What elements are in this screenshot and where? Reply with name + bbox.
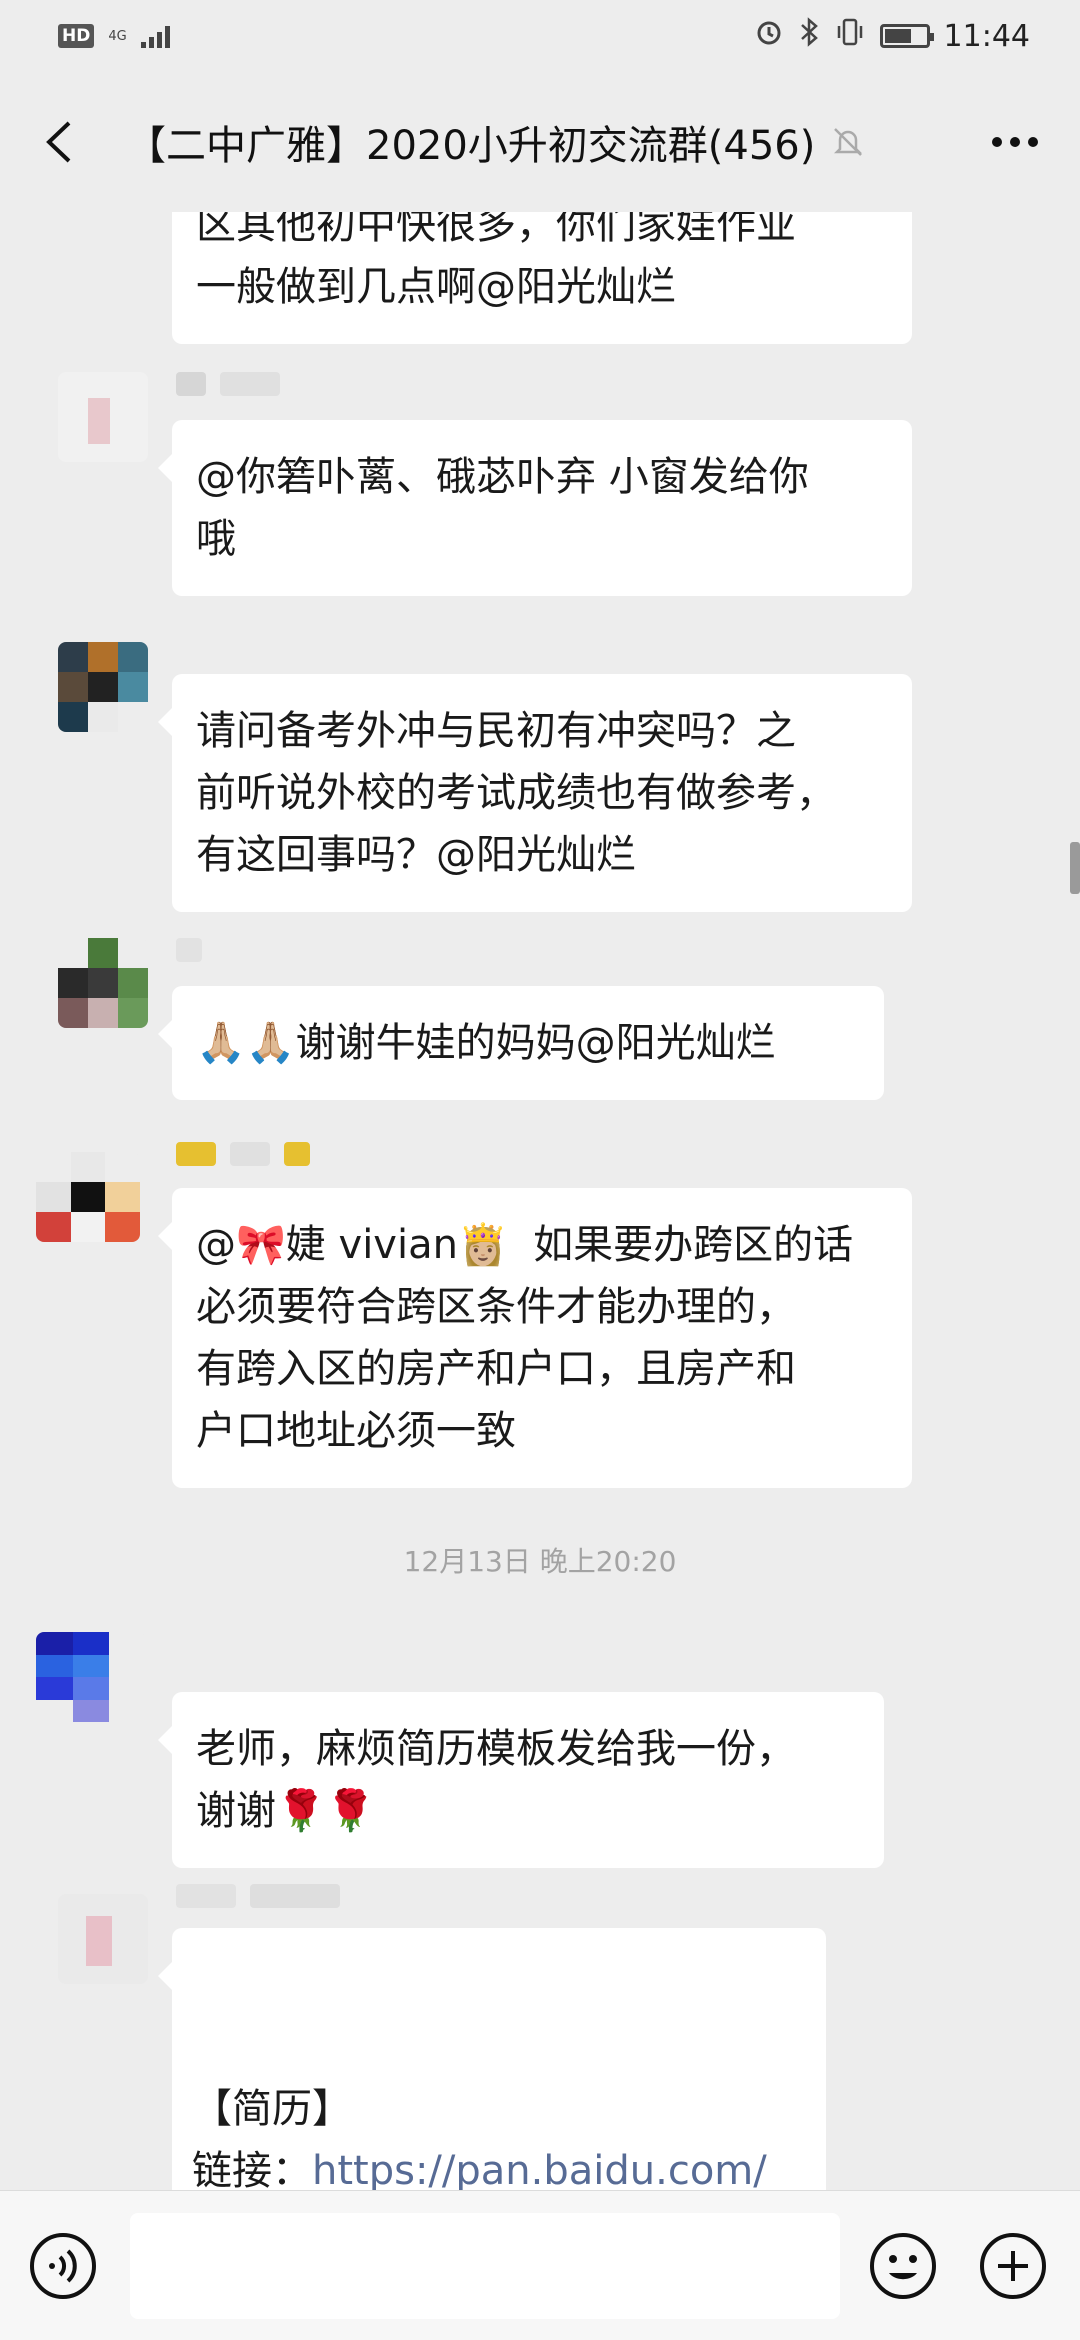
hd-badge: HD — [58, 24, 95, 48]
input-bar — [0, 2190, 1080, 2340]
message-bubble[interactable]: 🙏🏼🙏🏼谢谢牛娃的妈妈@阳光灿烂 — [158, 986, 884, 1100]
emoji-icon[interactable] — [868, 2231, 938, 2301]
message-bubble[interactable]: @🎀婕 vivian👸🏼 如果要办跨区的话 必须要符合跨区条件才能办理的， 有跨… — [158, 1188, 912, 1488]
message-timestamp: 12月13日 晚上20:20 — [403, 1545, 677, 1578]
battery-icon — [879, 24, 934, 48]
link-card-title: 【简历】 — [192, 2086, 352, 2132]
avatar[interactable] — [58, 642, 148, 732]
signal-icon — [140, 24, 170, 48]
sender-name — [176, 1142, 324, 1172]
avatar[interactable] — [58, 372, 148, 462]
chat-header: 【二中广雅】2020小升初交流群(456) — [0, 72, 1080, 212]
avatar[interactable] — [58, 938, 148, 1028]
more-horizontal-icon[interactable] — [980, 114, 1050, 170]
alarm-icon — [754, 17, 784, 55]
link-label: 链接： — [192, 2148, 312, 2190]
vibrate-icon — [834, 17, 866, 55]
message-bubble[interactable]: @你箬卟蓠、硪苾卟弃 小窗发给你 哦 — [158, 420, 912, 596]
plus-icon[interactable] — [978, 2231, 1048, 2301]
sender-name — [176, 1884, 354, 1914]
chat-message-list[interactable]: 区其他初中快很多，你们家娃作业 一般做到几点啊@阳光灿烂 @你箬卟蓠、硪苾卟弃 … — [0, 212, 1080, 2190]
bell-off-icon — [831, 122, 871, 162]
sender-name — [176, 938, 216, 968]
message-bubble[interactable]: 【简历】链接：https://pan.baidu.com/ s/1uXh3zrS… — [158, 1928, 826, 2190]
status-time: 11:44 — [943, 18, 1030, 54]
chevron-left-icon[interactable] — [30, 114, 86, 170]
status-left: HD 4G — [58, 24, 170, 48]
message-bubble[interactable]: 请问备考外冲与民初有冲突吗？之 前听说外校的考试成绩也有做参考， 有这回事吗？@… — [158, 674, 912, 912]
avatar[interactable] — [58, 1894, 148, 1984]
avatar[interactable] — [36, 1152, 140, 1242]
status-right: 11:44 — [754, 17, 1030, 55]
message-input[interactable] — [130, 2213, 840, 2319]
voice-icon[interactable] — [28, 2231, 98, 2301]
message-bubble[interactable]: 老师，麻烦简历模板发给我一份， 谢谢🌹🌹 — [158, 1692, 884, 1868]
sender-name — [176, 372, 294, 402]
avatar[interactable] — [36, 1632, 146, 1722]
status-bar: HD 4G 11:44 — [0, 0, 1080, 72]
chat-title: 【二中广雅】2020小升初交流群(456) — [126, 123, 816, 169]
bluetooth-icon — [798, 17, 820, 55]
message-bubble[interactable]: 区其他初中快很多，你们家娃作业 一般做到几点啊@阳光灿烂 — [172, 212, 912, 344]
scrollbar-thumb[interactable] — [1070, 842, 1080, 894]
network-type: 4G — [108, 28, 127, 44]
